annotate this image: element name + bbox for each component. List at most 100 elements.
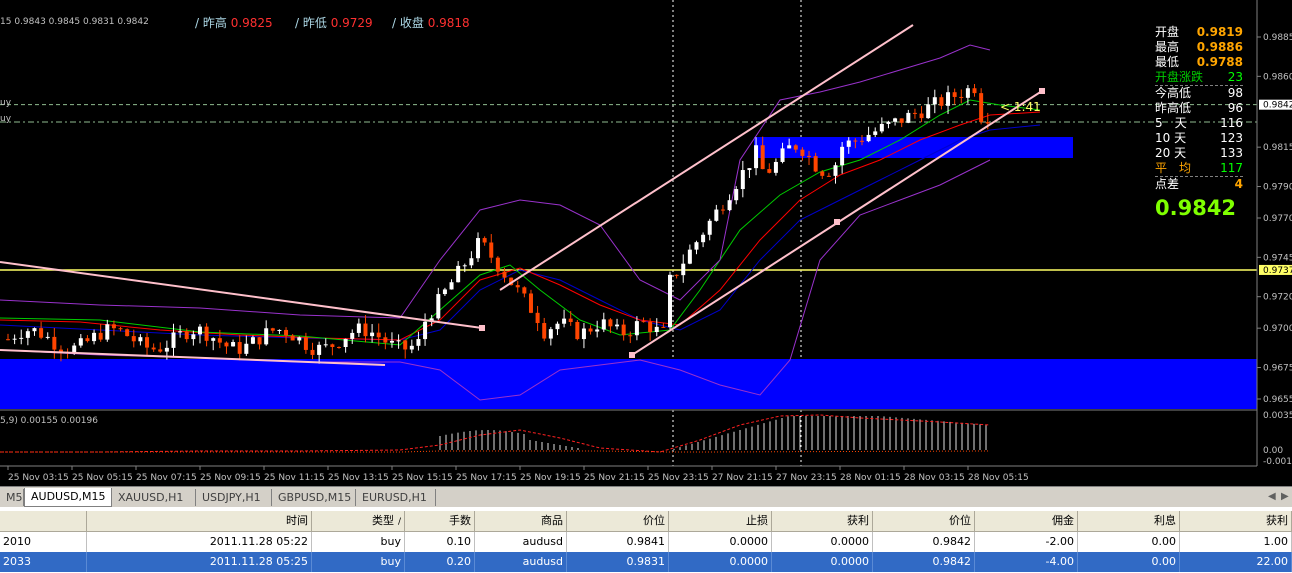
column-header[interactable]: 价位 bbox=[567, 511, 669, 531]
candle-body bbox=[807, 155, 812, 157]
column-header-label: 价位 bbox=[643, 514, 665, 527]
candle-body bbox=[661, 326, 666, 328]
time-tick-label: 28 Nov 03:15 bbox=[904, 473, 965, 483]
chart-canvas[interactable]: 0.9885 0.9860 0.9815 0.9790 0.9770 0.9745 0.97… bbox=[0, 0, 1292, 486]
table-cell: 0.00 bbox=[1078, 532, 1180, 552]
column-header[interactable]: 价位 bbox=[873, 511, 975, 531]
column-header[interactable]: 手数 bbox=[405, 511, 475, 531]
candle-body bbox=[787, 145, 792, 149]
column-header-label: 止损 bbox=[746, 514, 768, 527]
column-header[interactable]: 商品 bbox=[475, 511, 567, 531]
table-cell: 0.9841 bbox=[567, 532, 669, 552]
candle-body bbox=[191, 334, 196, 340]
table-cell: audusd bbox=[475, 532, 567, 552]
column-header[interactable]: 时间 bbox=[87, 511, 312, 531]
candle-body bbox=[12, 338, 17, 340]
time-tick-label: 25 Nov 07:15 bbox=[136, 473, 197, 483]
time-tick-label: 28 Nov 05:15 bbox=[968, 473, 1029, 483]
candle-body bbox=[714, 209, 719, 221]
candle-body bbox=[145, 337, 150, 348]
bid-price-label: 0.9842 bbox=[1263, 101, 1292, 111]
previous-day-label: / 昨低 0.9729 bbox=[295, 16, 373, 30]
scroll-right-arrow[interactable]: ▶ bbox=[1281, 491, 1289, 502]
candle-body bbox=[879, 123, 884, 132]
column-header[interactable]: 利息 bbox=[1078, 511, 1180, 531]
info-row: 开盘 0.9819 bbox=[1155, 25, 1243, 40]
chart-tab[interactable]: EURUSD,H1 bbox=[356, 489, 436, 506]
candle-body bbox=[416, 339, 421, 346]
time-tick-label: 25 Nov 17:15 bbox=[456, 473, 517, 483]
candle-body bbox=[813, 156, 818, 172]
trade-table: 时间 类型 / 手数 商品 价位 止损 获利 价位 佣金 利息 获利 2010 2011.11.28 05… bbox=[0, 507, 1292, 573]
time-tick-label: 28 Nov 01:15 bbox=[840, 473, 901, 483]
info-row: 今高低 98 bbox=[1155, 86, 1243, 101]
info-row: 最高 0.9886 bbox=[1155, 40, 1243, 55]
sort-indicator-icon: / bbox=[397, 517, 401, 527]
info-row-value: 0.9819 bbox=[1196, 25, 1243, 39]
candle-body bbox=[105, 324, 110, 340]
candle-body bbox=[118, 328, 123, 330]
candle-body bbox=[568, 318, 573, 322]
info-row-label: 开盘 bbox=[1155, 25, 1180, 39]
chart-tab[interactable]: GBPUSD,M15 bbox=[272, 489, 356, 506]
info-row: 20 天 133 bbox=[1155, 146, 1243, 161]
table-cell: 0.9842 bbox=[873, 532, 975, 552]
info-row-label: 最高 bbox=[1155, 40, 1180, 54]
candle-body bbox=[250, 337, 255, 344]
table-cell: 0.0000 bbox=[772, 532, 873, 552]
candle-body bbox=[32, 328, 37, 332]
column-header[interactable]: 止损 bbox=[669, 511, 772, 531]
trendline-anchor bbox=[1039, 88, 1045, 94]
candle-body bbox=[946, 92, 951, 106]
candle-body bbox=[641, 321, 646, 323]
chart-tab[interactable]: AUDUSD,M15 bbox=[24, 488, 112, 507]
candle-body bbox=[562, 318, 567, 324]
candle-body bbox=[111, 324, 116, 329]
previous-day-value: 0.9729 bbox=[331, 16, 373, 30]
candle-body bbox=[138, 337, 143, 342]
column-header[interactable] bbox=[0, 511, 87, 531]
previous-day-value: 0.9818 bbox=[428, 16, 470, 30]
price-tick-label: 0.9770 bbox=[1263, 214, 1292, 224]
table-cell: 0.00 bbox=[1078, 552, 1180, 572]
chart-tab[interactable]: USDJPY,H1 bbox=[196, 489, 272, 506]
candle-body bbox=[859, 140, 864, 142]
table-row[interactable]: 2033 2011.11.28 05:25 buy 0.20 audusd 0.9831 0… bbox=[0, 552, 1292, 572]
candle-body bbox=[899, 118, 904, 123]
candle-body bbox=[780, 148, 785, 162]
chart-tab[interactable]: XAUUSD,H1 bbox=[112, 489, 196, 506]
candle-body bbox=[595, 329, 600, 332]
column-header[interactable]: 获利 bbox=[772, 511, 873, 531]
info-row: 5 天 116 bbox=[1155, 116, 1243, 131]
candle-body bbox=[19, 337, 24, 339]
info-row-label: 10 天 bbox=[1155, 131, 1187, 145]
candle-body bbox=[158, 349, 163, 352]
candle-body bbox=[833, 165, 838, 176]
price-chart[interactable]: 0.9885 0.9860 0.9815 0.9790 0.9770 0.9745 0.97… bbox=[0, 0, 1292, 486]
price-tick-label: 0.9885 bbox=[1263, 33, 1292, 43]
candle-body bbox=[965, 88, 970, 98]
table-cell: -2.00 bbox=[975, 532, 1078, 552]
table-row[interactable]: 2010 2011.11.28 05:22 buy 0.10 audusd 0.9841 0… bbox=[0, 532, 1292, 553]
candle-body bbox=[52, 336, 57, 350]
scroll-left-arrow[interactable]: ◀ bbox=[1268, 491, 1276, 502]
candle-body bbox=[343, 338, 348, 348]
candle-body bbox=[98, 332, 103, 340]
candle-body bbox=[522, 287, 527, 294]
candle-body bbox=[674, 274, 679, 276]
info-row: 开盘涨跌 23 bbox=[1155, 70, 1243, 86]
candle-body bbox=[939, 97, 944, 106]
info-row-value: 133 bbox=[1220, 146, 1243, 160]
candle-body bbox=[581, 328, 586, 340]
candle-body bbox=[92, 332, 97, 342]
candle-body bbox=[588, 328, 593, 332]
column-header[interactable]: 获利 bbox=[1180, 511, 1292, 531]
info-row-value: 0.9886 bbox=[1196, 40, 1243, 54]
column-header[interactable]: 佣金 bbox=[975, 511, 1078, 531]
time-tick-label: 25 Nov 05:15 bbox=[72, 473, 133, 483]
candle-body bbox=[634, 321, 639, 336]
price-tick-label: 0.9790 bbox=[1263, 183, 1292, 193]
candle-body bbox=[747, 168, 752, 171]
chart-tab[interactable]: M5 bbox=[0, 489, 24, 506]
column-header[interactable]: 类型 / bbox=[312, 511, 405, 531]
